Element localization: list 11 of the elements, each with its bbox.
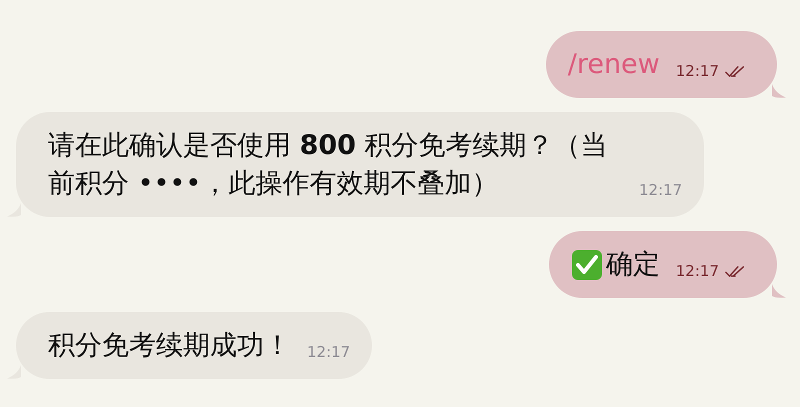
message-time: 12:17 <box>676 62 719 80</box>
message-text: 积分免考续期成功！ <box>48 329 291 363</box>
bubble-tail <box>772 284 786 298</box>
message-text: 请在此确认是否使用 800 积分免考续期？（当前积分 ••••，此操作有效期不叠加） <box>48 129 609 201</box>
message-text: /renew <box>568 48 660 82</box>
check-mark-icon <box>570 249 603 281</box>
message-time: 12:17 <box>307 343 350 361</box>
message-text: 确定 <box>606 248 660 282</box>
message-time: 12:17 <box>639 181 682 199</box>
bubble-tail <box>772 84 786 98</box>
message-time: 12:17 <box>676 262 719 280</box>
